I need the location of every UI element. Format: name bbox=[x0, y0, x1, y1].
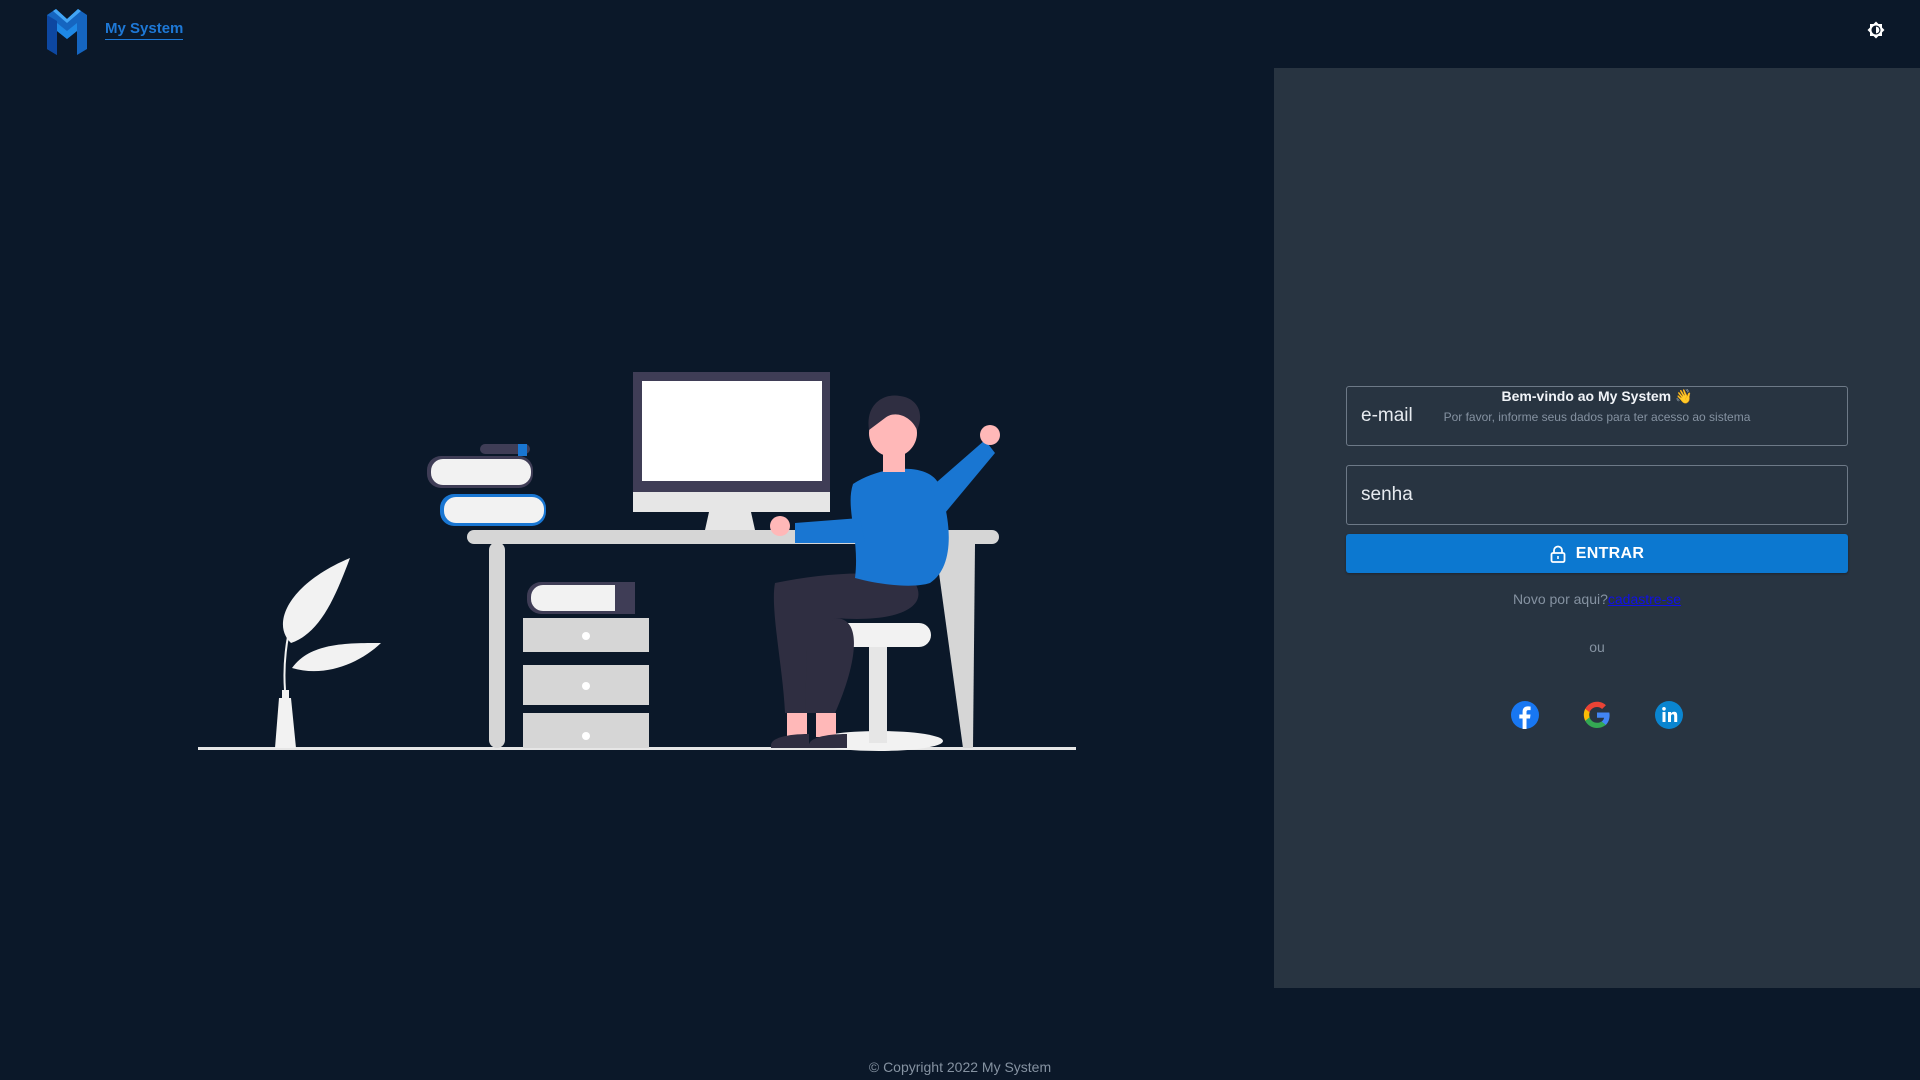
signup-link[interactable]: cadastre-se bbox=[1608, 591, 1681, 607]
linkedin-icon bbox=[1655, 701, 1683, 729]
or-divider: ou bbox=[1589, 639, 1605, 655]
copyright-footer: © Copyright 2022 My System bbox=[868, 1059, 1052, 1075]
lock-icon bbox=[1550, 545, 1566, 563]
brand-name[interactable]: My System bbox=[105, 20, 184, 40]
theme-toggle-button[interactable] bbox=[1864, 18, 1888, 42]
google-icon bbox=[1583, 701, 1610, 728]
facebook-icon bbox=[1511, 701, 1539, 729]
linkedin-login-button[interactable] bbox=[1654, 700, 1684, 730]
brand[interactable]: My System bbox=[47, 9, 184, 55]
login-button-label: ENTRAR bbox=[1575, 544, 1645, 562]
brightness-icon bbox=[1867, 21, 1885, 39]
login-button[interactable]: ENTRAR bbox=[1346, 534, 1848, 573]
login-panel: Bem-vindo ao My System 👋 Por favor, info… bbox=[1274, 68, 1920, 988]
signup-row: Novo por aqui?cadastre-se bbox=[1274, 591, 1920, 607]
m-logo-icon bbox=[47, 9, 87, 55]
google-login-button[interactable] bbox=[1582, 700, 1612, 730]
password-input[interactable] bbox=[1346, 465, 1848, 525]
signup-prompt: Novo por aqui? bbox=[1512, 591, 1608, 607]
login-page: My System Bem-vindo ao My System 👋 Por f… bbox=[0, 0, 1920, 1080]
facebook-login-button[interactable] bbox=[1510, 700, 1540, 730]
workspace-illustration bbox=[198, 372, 1076, 751]
email-input[interactable] bbox=[1346, 386, 1848, 446]
